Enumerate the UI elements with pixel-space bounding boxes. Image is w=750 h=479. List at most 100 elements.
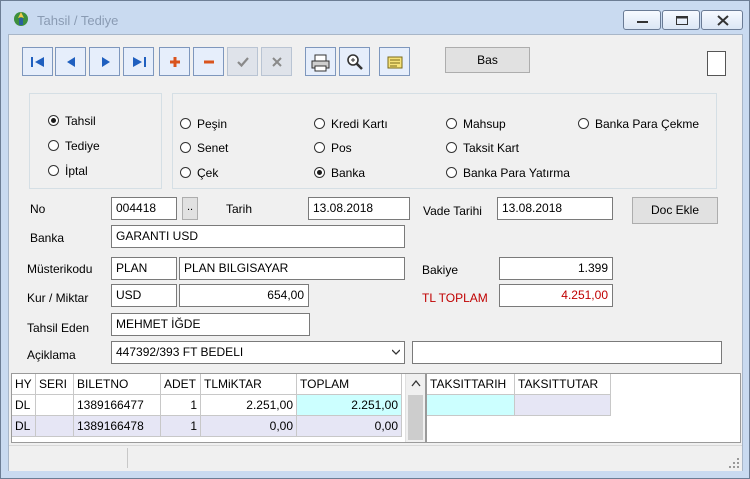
radio-circle-icon[interactable] <box>314 142 325 153</box>
minimize-button[interactable] <box>623 10 661 30</box>
maximize-icon <box>676 16 688 25</box>
radio-label: Banka Para Yatırma <box>463 166 570 180</box>
miktar-field[interactable]: 654,00 <box>179 284 309 307</box>
doc-ekle-button[interactable]: Doc Ekle <box>632 197 718 224</box>
radio-label: Taksit Kart <box>463 141 520 155</box>
radio-circle-icon[interactable] <box>48 115 59 126</box>
radio-circle-icon[interactable] <box>446 118 457 129</box>
delete-record-icon <box>204 60 214 64</box>
banka-field[interactable]: GARANTI USD <box>111 225 405 248</box>
app-icon <box>14 12 28 26</box>
confirm-button[interactable] <box>227 47 258 76</box>
cancel-icon <box>272 57 282 67</box>
grid2-header-cell[interactable]: TAKSITTUTAR <box>515 374 611 395</box>
grid-header-cell[interactable]: BILETNO <box>74 374 161 395</box>
tahsil-eden-field[interactable]: MEHMET İĞDE <box>111 313 310 336</box>
chevron-down-icon[interactable] <box>392 349 400 355</box>
resize-grip-icon[interactable] <box>729 458 739 468</box>
minimize-icon <box>637 21 648 23</box>
close-icon <box>717 15 729 26</box>
last-record-button[interactable] <box>123 47 154 76</box>
grid-cell[interactable]: 1389166478 <box>74 416 161 437</box>
radio-label: Pos <box>331 141 352 155</box>
zoom-search-icon <box>347 54 363 70</box>
form-client-area: Bas Tahsil Tediye İptal Peşin Senet Çek Kredi… <box>8 34 743 471</box>
grid-header-cell[interactable]: TOPLAM <box>297 374 402 395</box>
vade-tarihi-label: Vade Tarihi <box>423 204 482 218</box>
previous-record-button[interactable] <box>55 47 86 76</box>
kur-field[interactable]: USD <box>111 284 177 307</box>
tarih-field[interactable]: 13.08.2018 <box>308 197 410 220</box>
radio-label: Çek <box>197 166 219 180</box>
print-button[interactable] <box>305 47 336 76</box>
grid-cell[interactable]: 1389166477 <box>74 395 161 416</box>
bakiye-label: Bakiye <box>422 263 459 277</box>
tl-toplam-field: 4.251,00 <box>499 284 613 307</box>
grid-header-cell[interactable]: HY <box>12 374 36 395</box>
close-button[interactable] <box>701 10 743 30</box>
radio-label: Banka <box>331 166 366 180</box>
radio-label: Banka Para Çekme <box>595 117 700 131</box>
notes-button[interactable] <box>379 47 410 76</box>
delete-record-button[interactable] <box>193 47 224 76</box>
first-record-button[interactable] <box>22 47 53 76</box>
ticket-grid[interactable]: HY SERI BILETNO ADET TLMiKTAR TOPLAM DL 1389166… <box>11 373 426 443</box>
next-record-icon <box>102 57 110 67</box>
grid-cell[interactable]: 2.251,00 <box>201 395 297 416</box>
banka-label: Banka <box>30 231 65 245</box>
grid-cell[interactable] <box>36 416 74 437</box>
grid-cell[interactable]: 0,00 <box>297 416 402 437</box>
grid2-header-cell[interactable]: TAKSITTARIH <box>427 374 515 395</box>
radio-circle-icon[interactable] <box>180 118 191 129</box>
radio-circle-icon[interactable] <box>180 142 191 153</box>
grid-cell[interactable]: 1 <box>161 395 201 416</box>
grid-header-cell[interactable]: ADET <box>161 374 201 395</box>
maximize-button[interactable] <box>662 10 700 30</box>
scroll-up-icon[interactable] <box>406 374 426 394</box>
aciklama-extra-field[interactable] <box>412 341 722 364</box>
radio-circle-icon[interactable] <box>314 167 325 178</box>
tahsil-tediye-window: Tahsil / Tediye Bas Tahsil Tediye İptal Pe… <box>0 0 750 479</box>
tarih-label: Tarih <box>226 202 253 216</box>
radio-label: Tediye <box>65 139 100 153</box>
musteri-code-field[interactable]: PLAN <box>111 257 177 280</box>
grid-header-cell[interactable]: SERI <box>36 374 74 395</box>
radio-circle-icon[interactable] <box>180 167 191 178</box>
payment-method-group <box>172 93 717 189</box>
grid-cell[interactable]: DL <box>12 395 36 416</box>
title-bar[interactable]: Tahsil / Tediye <box>1 1 749 31</box>
grid-cell[interactable]: 1 <box>161 416 201 437</box>
radio-circle-icon[interactable] <box>314 118 325 129</box>
cancel-button[interactable] <box>261 47 292 76</box>
scroll-thumb[interactable] <box>408 395 423 440</box>
radio-circle-icon[interactable] <box>48 140 59 151</box>
no-lookup-button[interactable]: .. <box>182 197 198 220</box>
grid2-cell[interactable] <box>515 395 611 416</box>
radio-label: Mahsup <box>463 117 506 131</box>
radio-circle-icon[interactable] <box>446 142 457 153</box>
previous-record-icon <box>67 57 75 67</box>
grid-cell[interactable]: DL <box>12 416 36 437</box>
no-field[interactable]: 004418 <box>111 197 177 220</box>
confirm-icon <box>237 57 249 68</box>
grid-cell[interactable] <box>36 395 74 416</box>
grid-scrollbar[interactable] <box>405 374 426 442</box>
musteri-name-field[interactable]: PLAN BILGISAYAR <box>179 257 405 280</box>
add-record-button[interactable] <box>159 47 190 76</box>
radio-label: Kredi Kartı <box>331 117 388 131</box>
radio-circle-icon[interactable] <box>446 167 457 178</box>
grid2-cell[interactable] <box>427 395 515 416</box>
radio-circle-icon[interactable] <box>578 118 589 129</box>
installment-grid[interactable]: TAKSITTARIH TAKSITTUTAR <box>426 373 741 443</box>
aciklama-combo[interactable]: 447392/393 FT BEDELI <box>111 341 405 364</box>
zoom-search-button[interactable] <box>339 47 370 76</box>
grid-header-cell[interactable]: TLMiKTAR <box>201 374 297 395</box>
radio-circle-icon[interactable] <box>48 165 59 176</box>
vade-tarihi-field[interactable]: 13.08.2018 <box>497 197 613 220</box>
grid-cell[interactable]: 0,00 <box>201 416 297 437</box>
next-record-button[interactable] <box>89 47 120 76</box>
grid-cell[interactable]: 2.251,00 <box>297 395 402 416</box>
status-bar <box>9 445 742 471</box>
bas-button[interactable]: Bas <box>445 47 530 73</box>
bakiye-field: 1.399 <box>499 257 613 280</box>
